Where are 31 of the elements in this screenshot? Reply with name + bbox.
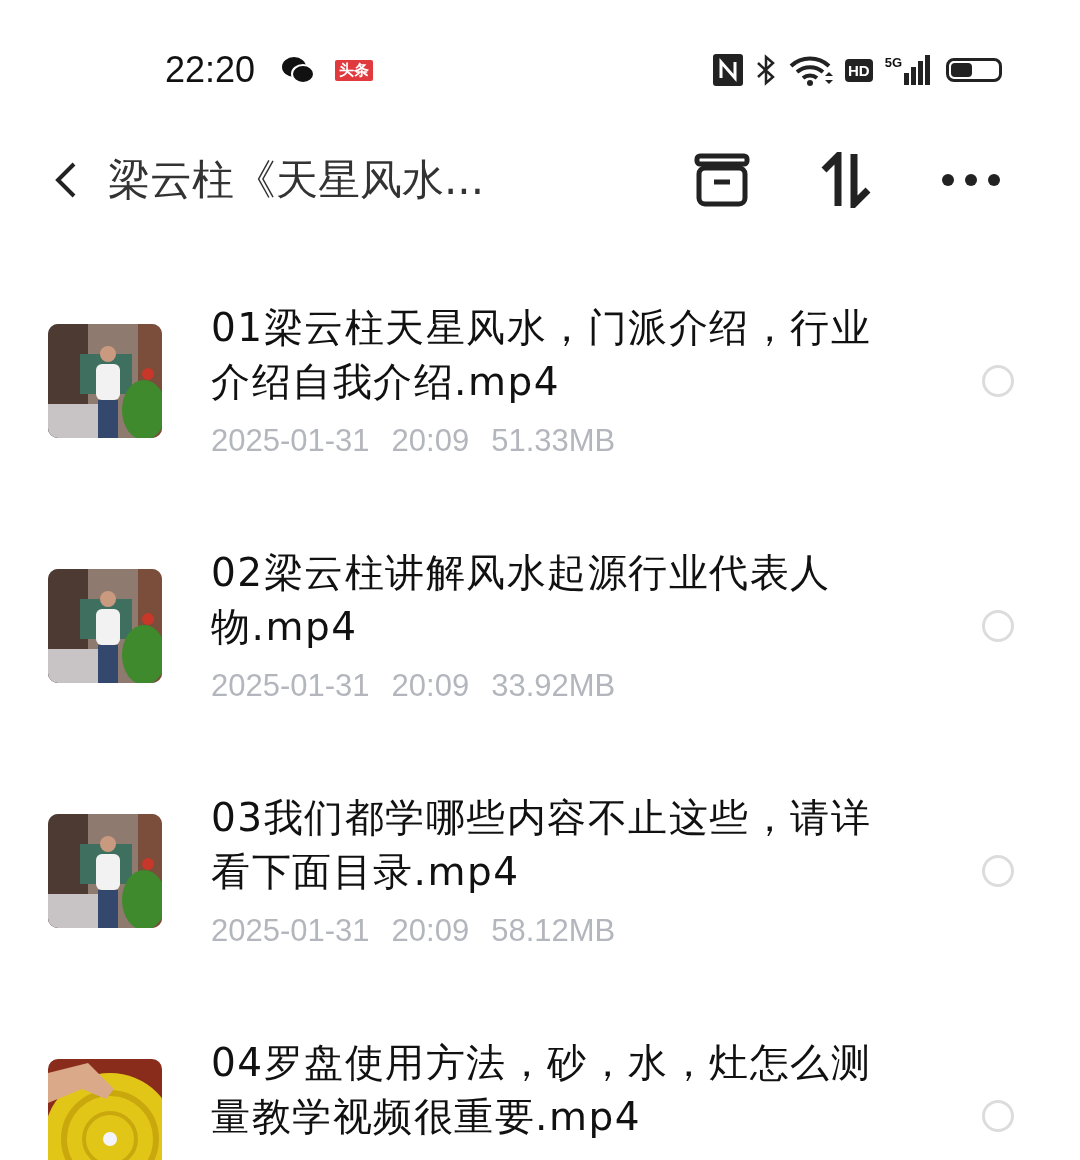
archive-icon[interactable]: [694, 152, 750, 208]
folder-title: 梁云柱《天星风水...: [108, 154, 485, 206]
file-date: 2025-01-31: [211, 667, 370, 704]
file-date: 2025-01-31: [211, 912, 370, 949]
more-icon[interactable]: [942, 174, 1000, 186]
file-date: 2025-01-31: [211, 422, 370, 459]
file-size: 58.12MB: [491, 912, 616, 949]
wifi-icon: [789, 54, 833, 86]
battery-icon: [946, 58, 1002, 82]
file-size: 33.92MB: [491, 667, 616, 704]
select-checkbox[interactable]: [982, 364, 1014, 397]
file-name[interactable]: 02梁云柱讲解风水起源行业代表人物.mp4: [211, 545, 895, 654]
sort-icon[interactable]: [820, 152, 872, 208]
file-name[interactable]: 01梁云柱天星风水，门派介绍，行业介绍自我介绍.mp4: [211, 300, 895, 409]
file-name[interactable]: 03我们都学哪些内容不止这些，请详看下面目录.mp4: [211, 790, 895, 899]
select-checkbox[interactable]: [982, 609, 1014, 642]
network-label: 5G: [884, 55, 902, 70]
file-name[interactable]: 04罗盘使用方法，砂，水，灶怎么测量教学视频很重要.mp4: [211, 1035, 895, 1144]
hd-label: HD: [845, 58, 873, 82]
file-size: 51.33MB: [491, 422, 616, 459]
nfc-icon: [713, 54, 743, 86]
file-time: 20:09: [391, 667, 470, 704]
file-time: 20:09: [391, 422, 470, 459]
select-checkbox[interactable]: [982, 854, 1014, 887]
bluetooth-icon: [755, 54, 777, 86]
signal-icon: [904, 55, 930, 85]
file-time: 20:09: [391, 912, 470, 949]
chat-icon: [281, 55, 316, 85]
clock: 22:20: [165, 49, 256, 91]
select-checkbox[interactable]: [982, 1099, 1014, 1132]
news-badge: 头条: [335, 59, 374, 81]
